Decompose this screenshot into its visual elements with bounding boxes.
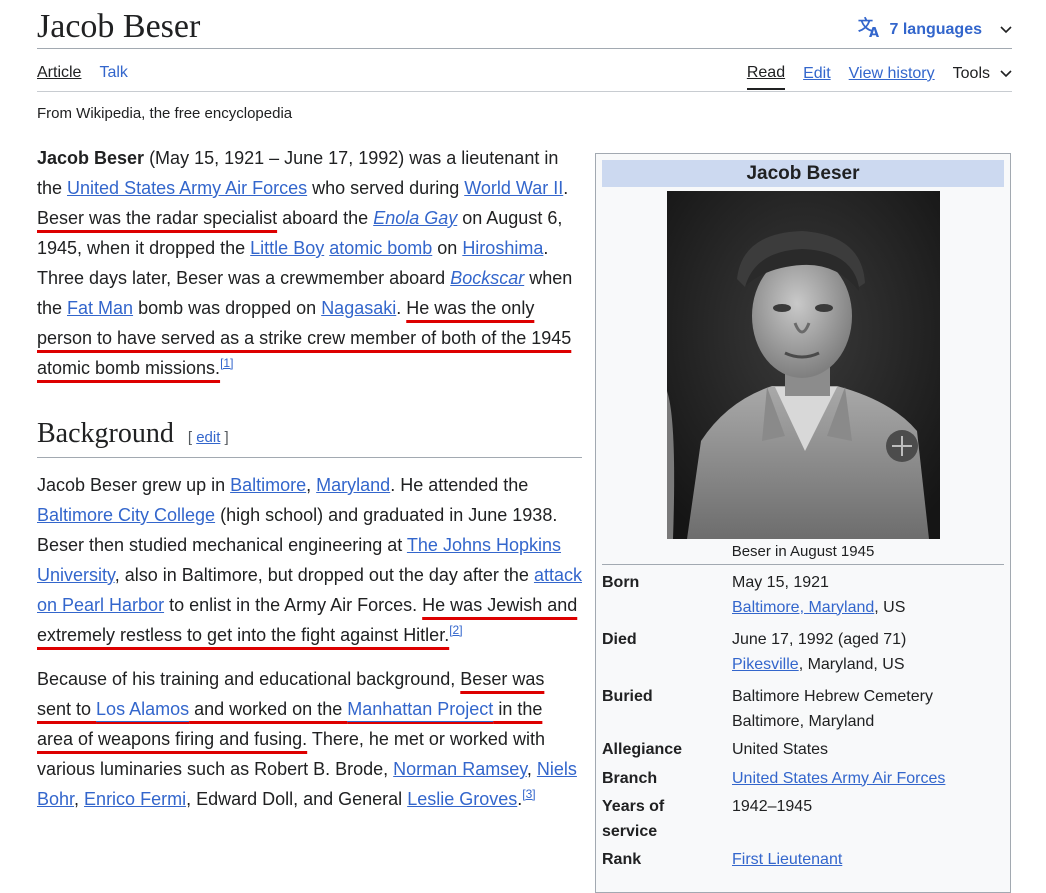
infobox-divider	[602, 564, 1004, 565]
link-pikesville[interactable]: Pikesville	[732, 656, 799, 673]
infobox-row-allegiance: Allegiance United States	[602, 741, 829, 758]
ref-1[interactable]: [1]	[220, 356, 233, 370]
languages-button[interactable]: 文 A 7 languages	[858, 16, 1012, 43]
tab-article[interactable]: Article	[37, 64, 81, 88]
link-hiroshima[interactable]: Hiroshima	[462, 238, 543, 258]
chevron-down-icon	[1000, 65, 1012, 83]
intro-paragraph: Jacob Beser (May 15, 1921 – June 17, 199…	[37, 148, 573, 378]
infobox-row-years: Years of service 1942–1945	[602, 798, 813, 840]
site-tagline: From Wikipedia, the free encyclopedia	[37, 105, 293, 122]
link-baltimore[interactable]: Baltimore	[230, 475, 306, 495]
tab-edit[interactable]: Edit	[803, 65, 831, 89]
tab-read[interactable]: Read	[746, 64, 786, 90]
portrait-photo[interactable]	[666, 191, 940, 539]
link-leslie-groves[interactable]: Leslie Groves	[407, 789, 517, 809]
infobox-row-rank: Rank First Lieutenant	[602, 851, 843, 868]
section-title: Background	[37, 418, 174, 449]
infobox-title: Jacob Beser	[602, 160, 1004, 187]
link-world-war-ii[interactable]: World War II	[464, 178, 563, 198]
chevron-down-icon	[1000, 21, 1012, 39]
highlight-radar: Beser was the radar specialist	[37, 208, 278, 228]
tabs-divider	[37, 91, 1012, 92]
edit-section-link[interactable]: edit	[196, 429, 220, 446]
view-tabs: Read Edit View history Tools	[746, 64, 1012, 90]
subject-name: Jacob Beser	[37, 148, 145, 168]
link-born-place[interactable]: Baltimore, Maryland	[732, 599, 874, 616]
link-norman-ramsey[interactable]: Norman Ramsey	[393, 759, 527, 779]
section-edit: [ edit ]	[187, 429, 229, 446]
svg-text:A: A	[869, 26, 879, 38]
infobox-row-died: Died June 17, 1992 (aged 71) Pikesville, …	[602, 631, 907, 673]
article-body: Jacob Beser (May 15, 1921 – June 17, 199…	[37, 143, 582, 814]
background-paragraph-2: Because of his training and educational …	[37, 669, 577, 809]
link-fat-man[interactable]: Fat Man	[67, 298, 133, 318]
link-rank[interactable]: First Lieutenant	[732, 851, 842, 868]
infobox-row-born: Born May 15, 1921 Baltimore, Maryland, US	[602, 574, 906, 616]
link-nagasaki[interactable]: Nagasaki	[321, 298, 396, 318]
namespace-tabs: Article Talk	[37, 64, 128, 88]
photo-caption: Beser in August 1945	[731, 543, 875, 560]
ref-3[interactable]: [3]	[522, 787, 535, 801]
link-usaaf[interactable]: United States Army Air Forces	[67, 178, 307, 198]
tools-menu[interactable]: Tools	[953, 65, 1012, 89]
tab-view-history[interactable]: View history	[849, 65, 935, 89]
link-enrico-fermi[interactable]: Enrico Fermi	[84, 789, 186, 809]
tools-label: Tools	[952, 65, 990, 82]
link-little-boy[interactable]: Little Boy	[250, 238, 324, 258]
background-paragraph-1: Jacob Beser grew up in Baltimore, Maryla…	[37, 475, 582, 645]
tab-talk[interactable]: Talk	[99, 64, 127, 88]
link-los-alamos[interactable]: Los Alamos	[96, 699, 189, 719]
page-title: Jacob Beser	[37, 8, 201, 45]
link-baltimore-city-college[interactable]: Baltimore City College	[37, 505, 215, 525]
infobox: Jacob Beser Beser in August 1945 Born Ma…	[595, 153, 1011, 893]
link-manhattan-project[interactable]: Manhattan Project	[347, 699, 493, 719]
title-divider	[37, 48, 1012, 49]
link-maryland[interactable]: Maryland	[316, 475, 390, 495]
infobox-rows: Born May 15, 1921 Baltimore, Maryland, US…	[596, 569, 1010, 875]
languages-label: 7 languages	[889, 20, 982, 38]
link-atomic-bomb[interactable]: atomic bomb	[329, 238, 432, 258]
infobox-row-buried: Buried Baltimore Hebrew Cemetery Baltimor…	[602, 688, 933, 730]
link-branch[interactable]: United States Army Air Forces	[732, 770, 945, 787]
section-heading-background: Background [ edit ]	[37, 419, 582, 458]
ref-2[interactable]: [2]	[449, 623, 462, 637]
link-enola-gay[interactable]: Enola Gay	[373, 208, 457, 228]
translate-icon: 文 A	[858, 16, 882, 43]
link-bockscar[interactable]: Bockscar	[450, 268, 524, 288]
infobox-row-branch: Branch United States Army Air Forces	[602, 769, 946, 787]
